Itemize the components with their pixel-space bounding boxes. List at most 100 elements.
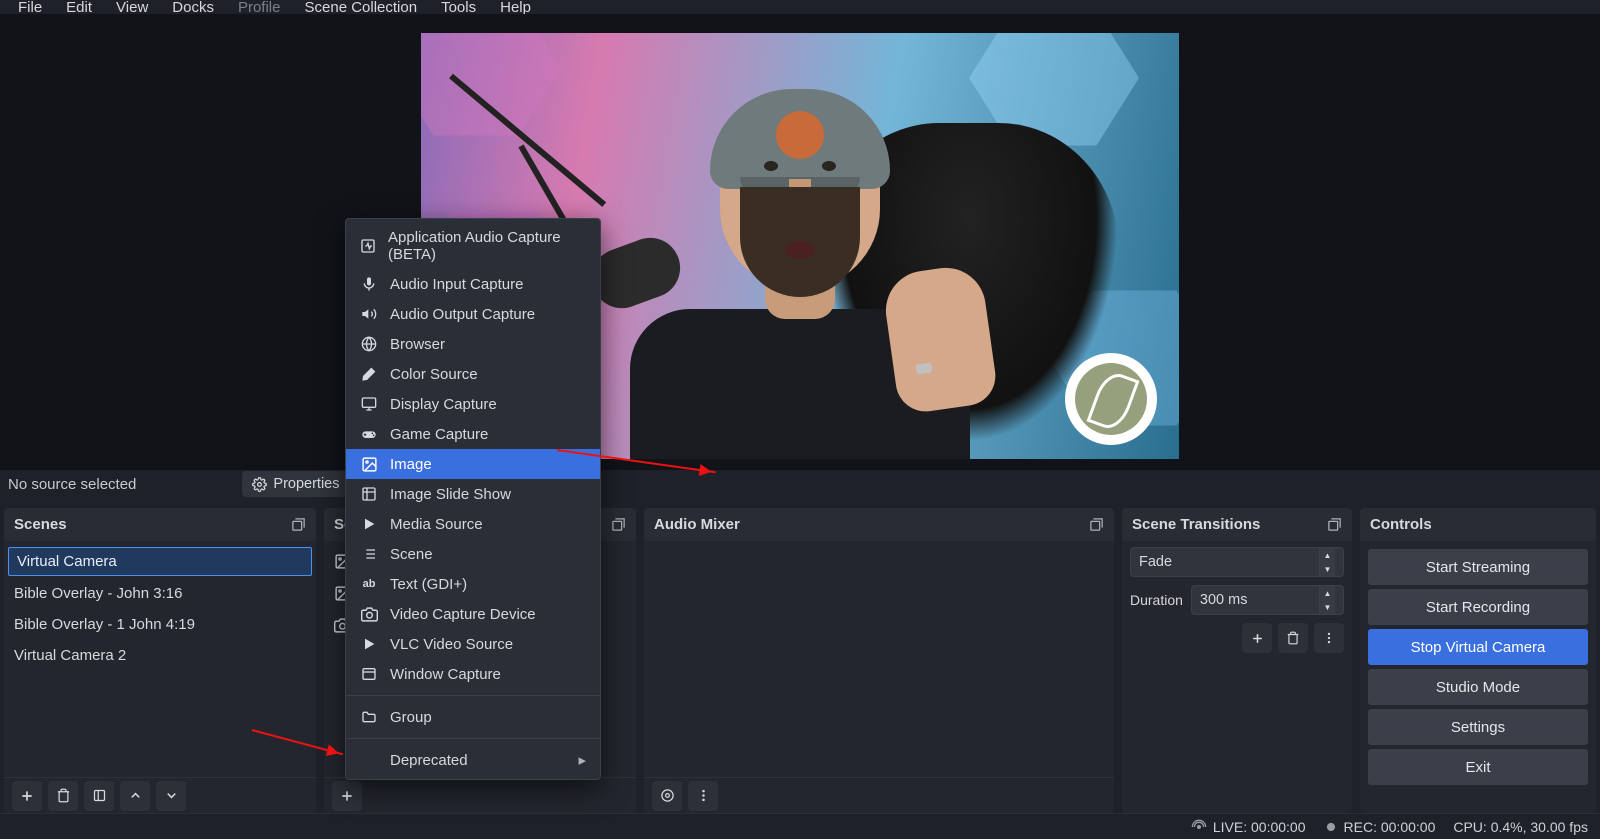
start-recording-button[interactable]: Start Recording [1368, 589, 1588, 625]
remove-transition-button[interactable] [1278, 623, 1308, 653]
popout-icon[interactable] [291, 517, 306, 532]
mixer-menu-button[interactable] [688, 781, 718, 811]
scenes-toolbar [4, 777, 316, 813]
stop-virtual-camera-button[interactable]: Stop Virtual Camera [1368, 629, 1588, 665]
add-source-context-menu[interactable]: Application Audio Capture (BETA)Audio In… [345, 218, 601, 780]
source-type-display-capture[interactable]: Display Capture [346, 389, 600, 419]
transition-select[interactable]: Fade ▲▼ [1130, 547, 1344, 577]
scene-item[interactable]: Virtual Camera [8, 547, 312, 576]
no-source-label: No source selected [8, 476, 136, 493]
gamepad-icon [360, 425, 378, 443]
status-live: LIVE: 00:00:00 [1191, 819, 1306, 835]
globe-icon [360, 335, 378, 353]
menu-view[interactable]: View [104, 0, 160, 15]
plus-icon [1250, 631, 1265, 646]
status-rec: REC: 00:00:00 [1324, 819, 1436, 835]
trash-icon [56, 788, 71, 803]
mixer-settings-button[interactable] [652, 781, 682, 811]
image-icon [360, 455, 378, 473]
brush-icon [360, 365, 378, 383]
source-type-text-gdi[interactable]: abText (GDI+) [346, 569, 600, 599]
source-type-color-source[interactable]: Color Source [346, 359, 600, 389]
filter-icon [92, 788, 107, 803]
source-type-audio-output-capture[interactable]: Audio Output Capture [346, 299, 600, 329]
mixer-toolbar [644, 777, 1114, 813]
source-type-group[interactable]: Group [346, 702, 600, 732]
chevron-up-icon[interactable]: ▲ [1319, 586, 1335, 600]
controls-dock: Controls Start Streaming Start Recording… [1360, 508, 1596, 813]
slideshow-icon [360, 485, 378, 503]
source-type-image-slide-show[interactable]: Image Slide Show [346, 479, 600, 509]
add-scene-button[interactable] [12, 781, 42, 811]
menu-edit[interactable]: Edit [54, 0, 104, 15]
chevron-up-icon [128, 788, 143, 803]
source-type-application-audio-capture-beta[interactable]: Application Audio Capture (BETA) [346, 223, 600, 269]
monitor-icon [360, 395, 378, 413]
scene-item[interactable]: Bible Overlay - John 3:16 [4, 578, 316, 609]
source-type-browser[interactable]: Browser [346, 329, 600, 359]
mixer-title: Audio Mixer [654, 516, 740, 533]
scene-item[interactable]: Bible Overlay - 1 John 4:19 [4, 609, 316, 640]
gear-icon [660, 788, 675, 803]
scene-filter-button[interactable] [84, 781, 114, 811]
chevron-up-icon[interactable]: ▲ [1319, 548, 1335, 562]
menu-tools[interactable]: Tools [429, 0, 488, 15]
popout-icon[interactable] [611, 517, 626, 532]
chevron-down-icon [164, 788, 179, 803]
trash-icon [1286, 631, 1300, 645]
transitions-title: Scene Transitions [1132, 516, 1260, 533]
menu-scene-collection[interactable]: Scene Collection [293, 0, 430, 15]
duration-label: Duration [1130, 592, 1183, 608]
play-icon [360, 515, 378, 533]
menu-profile[interactable]: Profile [226, 0, 293, 15]
source-type-game-capture[interactable]: Game Capture [346, 419, 600, 449]
status-bar: LIVE: 00:00:00 REC: 00:00:00 CPU: 0.4%, … [0, 813, 1600, 839]
remove-scene-button[interactable] [48, 781, 78, 811]
preview-area [0, 14, 1600, 470]
settings-button[interactable]: Settings [1368, 709, 1588, 745]
add-source-button[interactable] [332, 781, 362, 811]
camera-icon [360, 605, 378, 623]
transition-menu-button[interactable] [1314, 623, 1344, 653]
source-type-audio-input-capture[interactable]: Audio Input Capture [346, 269, 600, 299]
menu-file[interactable]: File [6, 0, 54, 15]
menu-docks[interactable]: Docks [160, 0, 226, 15]
scenes-dock: Scenes Virtual CameraBible Overlay - Joh… [4, 508, 316, 813]
scene-down-button[interactable] [156, 781, 186, 811]
broadcast-icon [1191, 819, 1207, 835]
kebab-icon [1322, 631, 1336, 645]
gear-icon [252, 477, 267, 492]
source-type-video-capture-device[interactable]: Video Capture Device [346, 599, 600, 629]
source-type-window-capture[interactable]: Window Capture [346, 659, 600, 689]
source-type-image[interactable]: Image [346, 449, 600, 479]
popout-icon[interactable] [1089, 517, 1104, 532]
add-transition-button[interactable] [1242, 623, 1272, 653]
plus-icon [339, 788, 355, 804]
speaker-icon [360, 305, 378, 323]
source-type-vlc-video-source[interactable]: VLC Video Source [346, 629, 600, 659]
menu-help[interactable]: Help [488, 0, 543, 15]
list-icon [360, 545, 378, 563]
scenes-title: Scenes [14, 516, 67, 533]
text-icon: ab [360, 575, 378, 593]
properties-button[interactable]: Properties [242, 471, 349, 497]
start-streaming-button[interactable]: Start Streaming [1368, 549, 1588, 585]
chevron-down-icon[interactable]: ▼ [1319, 600, 1335, 614]
kebab-icon [696, 788, 711, 803]
source-type-deprecated[interactable]: Deprecated▸ [346, 745, 600, 775]
chevron-down-icon[interactable]: ▼ [1319, 562, 1335, 576]
scene-up-button[interactable] [120, 781, 150, 811]
controls-title: Controls [1370, 516, 1432, 533]
exit-button[interactable]: Exit [1368, 749, 1588, 785]
popout-icon[interactable] [1327, 517, 1342, 532]
transitions-dock: Scene Transitions Fade ▲▼ Duration 300 m… [1122, 508, 1352, 813]
source-type-scene[interactable]: Scene [346, 539, 600, 569]
studio-mode-button[interactable]: Studio Mode [1368, 669, 1588, 705]
scene-item[interactable]: Virtual Camera 2 [4, 640, 316, 671]
app-audio-icon [360, 237, 376, 255]
record-icon [1324, 820, 1338, 834]
docks-row: Scenes Virtual CameraBible Overlay - Joh… [0, 508, 1600, 813]
menu-bar: FileEditViewDocksProfileScene Collection… [0, 0, 1600, 14]
source-type-media-source[interactable]: Media Source [346, 509, 600, 539]
duration-input[interactable]: 300 ms ▲▼ [1191, 585, 1344, 615]
